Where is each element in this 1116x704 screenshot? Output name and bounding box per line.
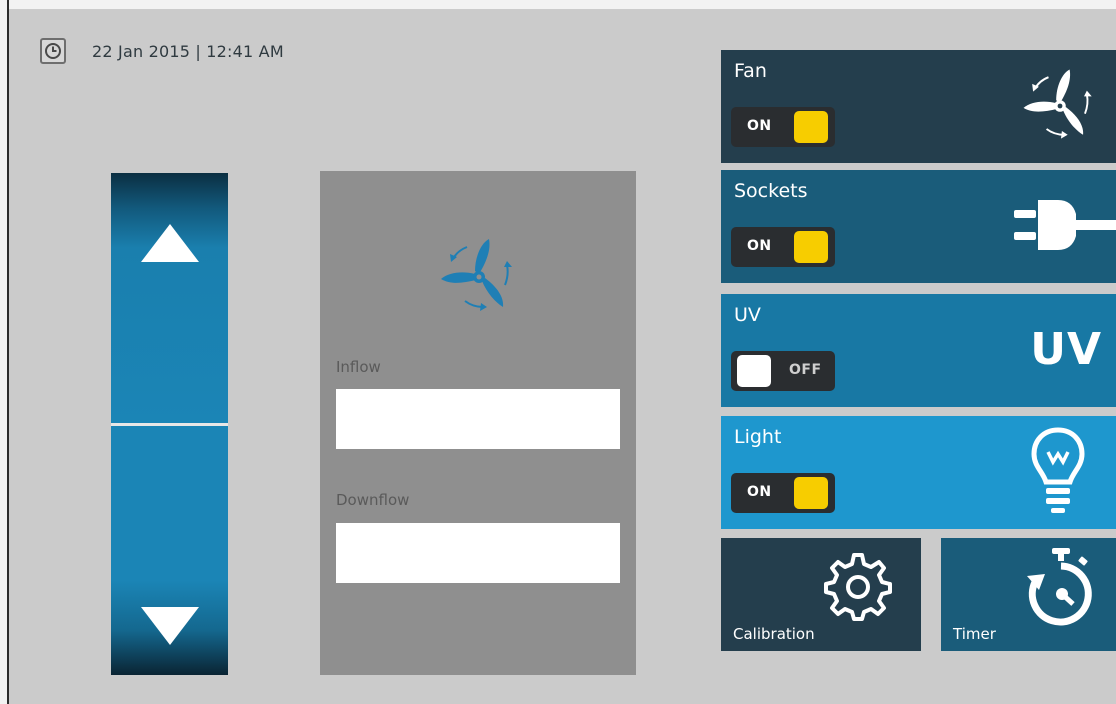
uv-toggle-state: OFF [789, 362, 822, 378]
uv-tile: UV OFF UV [721, 294, 1116, 407]
sockets-toggle-state: ON [747, 238, 772, 254]
uv-toggle[interactable]: OFF [731, 351, 835, 391]
inflow-label: Inflow [336, 358, 381, 376]
date-time-display: 22 Jan 2015 | 12:41 AM [92, 42, 284, 61]
downflow-field[interactable] [336, 523, 620, 583]
fan-icon [429, 227, 529, 327]
plug-icon [1014, 194, 1116, 260]
fan-icon [1012, 58, 1108, 158]
light-title: Light [734, 426, 782, 448]
calibration-label: Calibration [733, 625, 815, 643]
stopwatch-icon [1025, 546, 1097, 630]
fan-toggle-knob [794, 111, 828, 143]
downflow-label: Downflow [336, 491, 410, 509]
airflow-panel: Inflow Downflow [320, 171, 636, 675]
sockets-title: Sockets [734, 180, 808, 202]
window-frame-left [0, 0, 9, 704]
calibration-button[interactable]: Calibration [721, 538, 921, 651]
arrow-up-icon [140, 224, 199, 262]
increase-button[interactable] [111, 173, 228, 423]
fan-toggle-state: ON [747, 118, 772, 134]
fan-title: Fan [734, 60, 767, 82]
inflow-field[interactable] [336, 389, 620, 449]
timer-button[interactable]: Timer [941, 538, 1116, 651]
light-toggle-knob [794, 477, 828, 509]
clock-icon [40, 38, 66, 64]
arrow-down-icon [140, 606, 199, 645]
lightbulb-icon [1030, 426, 1086, 522]
uv-icon: UV [1030, 324, 1102, 375]
flow-adjust-panel [111, 173, 228, 675]
sockets-toggle[interactable]: ON [731, 227, 835, 267]
window-frame-top [0, 0, 1116, 9]
sockets-tile: Sockets ON [721, 170, 1116, 283]
fan-toggle[interactable]: ON [731, 107, 835, 147]
gear-icon [823, 551, 893, 625]
sockets-toggle-knob [794, 231, 828, 263]
decrease-button[interactable] [111, 426, 228, 675]
fan-tile: Fan ON [721, 50, 1116, 163]
light-toggle[interactable]: ON [731, 473, 835, 513]
uv-toggle-knob [737, 355, 771, 387]
timer-label: Timer [953, 625, 996, 643]
light-tile: Light ON [721, 416, 1116, 529]
uv-title: UV [734, 304, 761, 326]
light-toggle-state: ON [747, 484, 772, 500]
